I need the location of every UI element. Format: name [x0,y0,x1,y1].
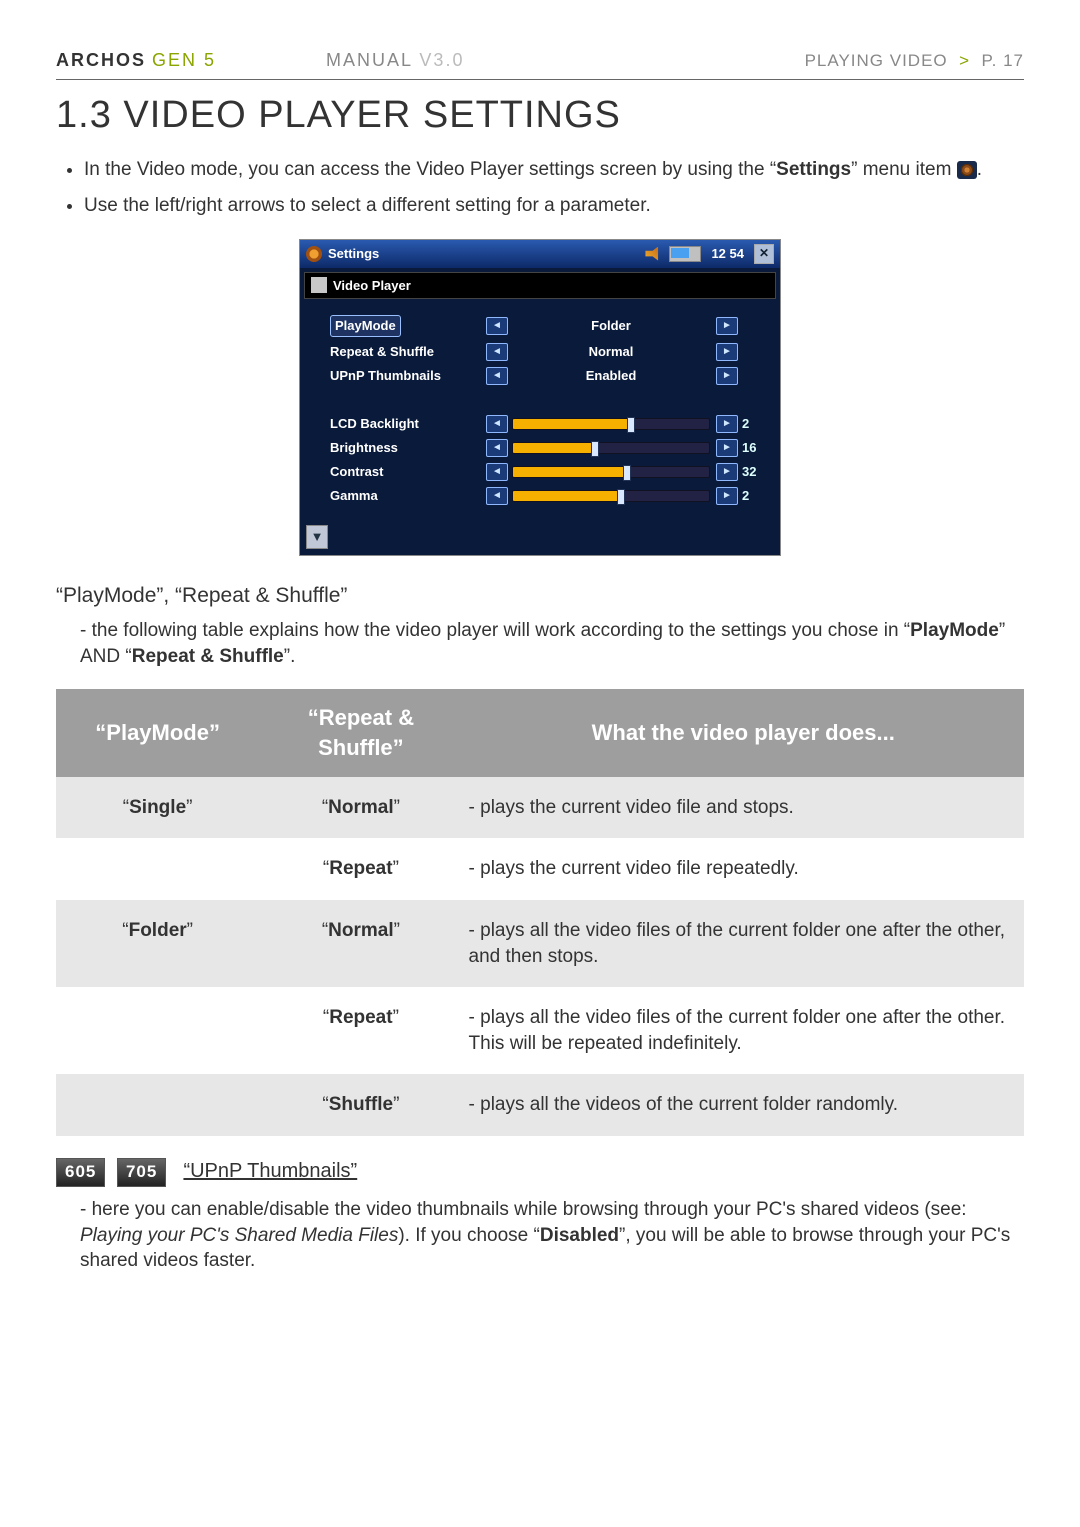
intro-item-1: In the Video mode, you can access the Vi… [84,157,1024,183]
setting-value: 2 [742,415,770,433]
cell-playmode [56,1074,259,1136]
arrow-left-button[interactable]: ◄ [486,439,508,457]
badge-605: 605 [56,1158,105,1187]
cell-desc: - plays all the video files of the curre… [463,987,1024,1074]
intro-item-2: Use the left/right arrows to select a di… [84,193,1024,219]
arrow-right-button[interactable]: ► [716,367,738,385]
video-player-icon [311,277,327,293]
table-row: “Repeat”- plays the current video file r… [56,838,1024,900]
setting-label: Contrast [330,463,480,481]
cell-desc: - plays all the video files of the curre… [463,900,1024,987]
arrow-right-button[interactable]: ► [716,487,738,505]
setting-value: Folder [512,317,710,335]
table-row: “Single”“Normal”- plays the current vide… [56,777,1024,839]
arrow-right-button[interactable]: ► [716,439,738,457]
brand-logo: ARCHOS [56,48,146,72]
arrow-right-button[interactable]: ► [716,415,738,433]
setting-label: PlayMode [330,315,401,337]
th-repeat: “Repeat & Shuffle” [259,689,462,776]
setting-value: 32 [742,463,770,481]
cell-playmode: “Folder” [56,900,259,987]
breadcrumb-section: PLAYING VIDEO [805,51,948,70]
arrow-left-button[interactable]: ◄ [486,367,508,385]
setting-label: LCD Backlight [330,415,480,433]
gear-icon [957,161,977,179]
page-header: ARCHOS GEN 5 MANUAL V3.0 PLAYING VIDEO >… [56,48,1024,80]
manual-version: V3.0 [419,50,464,70]
table-row: “Folder”“Normal”- plays all the video fi… [56,900,1024,987]
breadcrumb-sep: > [959,51,970,70]
ui-titlebar: Settings 12 54 ✕ [300,240,780,268]
cell-desc: - plays the current video file and stops… [463,777,1024,839]
battery-icon [669,246,701,262]
setting-label: Repeat & Shuffle [330,343,480,361]
setting-value: Normal [512,343,710,361]
table-row: “Repeat”- plays all the video files of t… [56,987,1024,1074]
setting-row: UPnP Thumbnails ◄Enabled ► [330,367,770,385]
clock: 12 54 [711,245,744,263]
setting-row: Contrast ◄ ►32 [330,463,770,481]
speaker-icon [645,247,663,261]
arrow-left-button[interactable]: ◄ [486,317,508,335]
upnp-desc: - here you can enable/disable the video … [80,1197,1024,1274]
scroll-down-button[interactable]: ▼ [306,525,328,549]
upnp-heading-line: 605 705 “UPnP Thumbnails” [56,1158,1024,1187]
setting-label: UPnP Thumbnails [330,367,480,385]
cell-repeat: “Normal” [259,777,462,839]
settings-screenshot: Settings 12 54 ✕ Video Player PlayMode◄F… [299,239,781,556]
arrow-left-button[interactable]: ◄ [486,415,508,433]
arrow-right-button[interactable]: ► [716,343,738,361]
setting-value: Enabled [512,367,710,385]
setting-value: 2 [742,487,770,505]
cell-repeat: “Repeat” [259,838,462,900]
manual-word: MANUAL [326,50,412,70]
setting-label: Gamma [330,487,480,505]
product-gen: GEN 5 [152,48,216,72]
ui-title: Settings [328,245,379,263]
section-title: 1.3 VIDEO PLAYER SETTINGS [56,90,1024,141]
setting-value: 16 [742,439,770,457]
setting-row: LCD Backlight ◄ ►2 [330,415,770,433]
breadcrumb: PLAYING VIDEO > P. 17 [805,50,1024,73]
cell-repeat: “Normal” [259,900,462,987]
arrow-left-button[interactable]: ◄ [486,463,508,481]
close-button[interactable]: ✕ [754,244,774,264]
slider[interactable] [512,490,710,502]
breadcrumb-page: P. 17 [981,51,1024,70]
setting-row: PlayMode ◄Folder ► [330,315,770,337]
slider[interactable] [512,442,710,454]
arrow-right-button[interactable]: ► [716,463,738,481]
subheading-playmode-desc: - the following table explains how the v… [80,618,1024,669]
cell-playmode [56,987,259,1074]
intro-list: In the Video mode, you can access the Vi… [56,157,1024,218]
ui-subtitle-bar: Video Player [304,272,776,300]
playmode-table: “PlayMode” “Repeat & Shuffle” What the v… [56,689,1024,1136]
badge-705: 705 [117,1158,166,1187]
gear-icon [306,246,322,262]
slider[interactable] [512,466,710,478]
cell-desc: - plays all the videos of the current fo… [463,1074,1024,1136]
cell-playmode [56,838,259,900]
setting-row: Brightness ◄ ►16 [330,439,770,457]
cell-repeat: “Repeat” [259,987,462,1074]
slider[interactable] [512,418,710,430]
cell-desc: - plays the current video file repeatedl… [463,838,1024,900]
upnp-heading: “UPnP Thumbnails” [183,1160,357,1182]
setting-row: Repeat & Shuffle ◄Normal ► [330,343,770,361]
table-row: “Shuffle”- plays all the videos of the c… [56,1074,1024,1136]
arrow-left-button[interactable]: ◄ [486,343,508,361]
th-action: What the video player does... [463,689,1024,776]
arrow-right-button[interactable]: ► [716,317,738,335]
th-playmode: “PlayMode” [56,689,259,776]
subheading-playmode: “PlayMode”, “Repeat & Shuffle” [56,582,1024,610]
setting-label: Brightness [330,439,480,457]
arrow-left-button[interactable]: ◄ [486,487,508,505]
cell-playmode: “Single” [56,777,259,839]
cell-repeat: “Shuffle” [259,1074,462,1136]
setting-row: Gamma ◄ ►2 [330,487,770,505]
manual-label: MANUAL V3.0 [326,48,464,72]
ui-subtitle: Video Player [333,277,411,295]
